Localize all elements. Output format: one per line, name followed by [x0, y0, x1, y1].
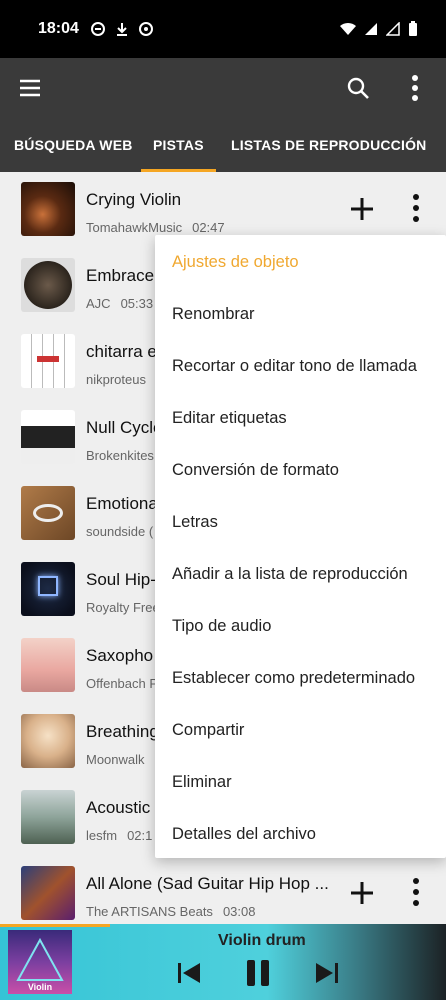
battery-icon	[409, 21, 417, 36]
track-title: Saxopho	[86, 646, 154, 665]
track-duration: 03:08	[222, 904, 256, 919]
track-title: All Alone (Sad Guitar Hip Hop ...	[86, 874, 329, 893]
tab-tracks[interactable]: PISTAS	[141, 118, 216, 172]
player-track-title: Violin drum	[218, 932, 306, 949]
track-artist: The ARTISANS Beats	[86, 904, 213, 919]
menu-item-file-details[interactable]: Detalles del archivo	[155, 808, 446, 860]
track-artist: Offenbach P	[86, 676, 159, 691]
menu-item-edit-tags[interactable]: Editar etiquetas	[155, 392, 446, 444]
download-icon	[116, 23, 127, 36]
menu-item-delete[interactable]: Eliminar	[155, 756, 446, 808]
track-title: Crying Violin	[86, 190, 182, 209]
wifi-icon	[340, 22, 356, 35]
track-duration: 05:33	[120, 296, 154, 311]
signal-icon	[365, 23, 377, 35]
previous-icon[interactable]	[176, 960, 202, 986]
menu-item-audio-type[interactable]: Tipo de audio	[155, 600, 446, 652]
album-art	[21, 562, 75, 616]
track-duration: 02:47	[192, 220, 225, 235]
menu-item-add-to-playlist[interactable]: Añadir a la lista de reproducción	[155, 548, 446, 600]
track-title: Breathing	[86, 722, 159, 741]
menu-item-set-default[interactable]: Establecer como predeterminado	[155, 652, 446, 704]
track-artist: lesfm	[86, 828, 118, 843]
pause-icon[interactable]	[244, 958, 272, 988]
more-options-icon[interactable]	[403, 74, 427, 102]
roaming-signal-icon	[386, 22, 400, 36]
menu-icon[interactable]	[18, 76, 42, 100]
search-icon[interactable]	[346, 76, 370, 100]
menu-item-format-conversion[interactable]: Conversión de formato	[155, 444, 446, 496]
tab-bar: BÚSQUEDA WEB PISTAS LISTAS DE REPRODUCCI…	[0, 118, 446, 172]
menu-item-lyrics[interactable]: Letras	[155, 496, 446, 548]
violin-logo-icon: Violin	[16, 937, 64, 992]
next-icon[interactable]	[314, 960, 340, 986]
app-bar	[0, 58, 446, 118]
album-art	[21, 638, 75, 692]
notification-icon	[90, 22, 105, 36]
add-icon[interactable]	[349, 880, 375, 906]
svg-text:Violin: Violin	[28, 982, 52, 992]
album-art	[21, 258, 75, 312]
track-artist: Royalty Free	[86, 600, 160, 615]
menu-header: Ajustes de objeto	[172, 253, 299, 271]
album-art	[21, 866, 75, 920]
track-artist: soundside (	[86, 524, 154, 539]
menu-item-share[interactable]: Compartir	[155, 704, 446, 756]
playback-progress[interactable]	[0, 924, 110, 927]
tab-web-search[interactable]: BÚSQUEDA WEB	[14, 118, 133, 172]
track-title: Acoustic	[86, 798, 151, 817]
track-title: Null Cycle	[86, 418, 163, 437]
track-title: Embrace	[86, 266, 155, 285]
track-item[interactable]: All Alone (Sad Guitar Hip Hop ... The AR…	[0, 856, 446, 924]
context-menu: Ajustes de objeto Renombrar Recortar o e…	[155, 235, 446, 858]
status-bar: 18:04	[0, 0, 446, 58]
track-title: chitarra e	[86, 342, 157, 361]
album-art	[21, 790, 75, 844]
track-duration: 02:1	[127, 828, 153, 843]
add-icon[interactable]	[349, 196, 375, 222]
album-art	[21, 182, 75, 236]
mini-player[interactable]: Violin Violin drum	[0, 924, 446, 1000]
track-title: Soul Hip-	[86, 570, 156, 589]
track-artist: TomahawkMusic	[86, 220, 183, 235]
album-art	[21, 410, 75, 464]
track-artist: Moonwalk	[86, 752, 145, 767]
album-art	[21, 334, 75, 388]
tab-playlists[interactable]: LISTAS DE REPRODUCCIÓN	[231, 118, 427, 172]
sync-icon	[138, 22, 153, 36]
album-art	[21, 714, 75, 768]
album-art	[21, 486, 75, 540]
track-artist: AJC	[86, 296, 111, 311]
track-title: Emotiona	[86, 494, 158, 513]
menu-item-rename[interactable]: Renombrar	[155, 288, 446, 340]
player-album-art[interactable]: Violin	[8, 930, 72, 994]
more-options-icon[interactable]	[404, 876, 428, 908]
more-options-icon[interactable]	[404, 192, 428, 224]
track-artist: Brokenkites	[86, 448, 154, 463]
track-artist: nikproteus	[86, 372, 146, 387]
status-time: 18:04	[38, 20, 79, 37]
menu-item-trim-ringtone[interactable]: Recortar o editar tono de llamada	[155, 340, 446, 392]
